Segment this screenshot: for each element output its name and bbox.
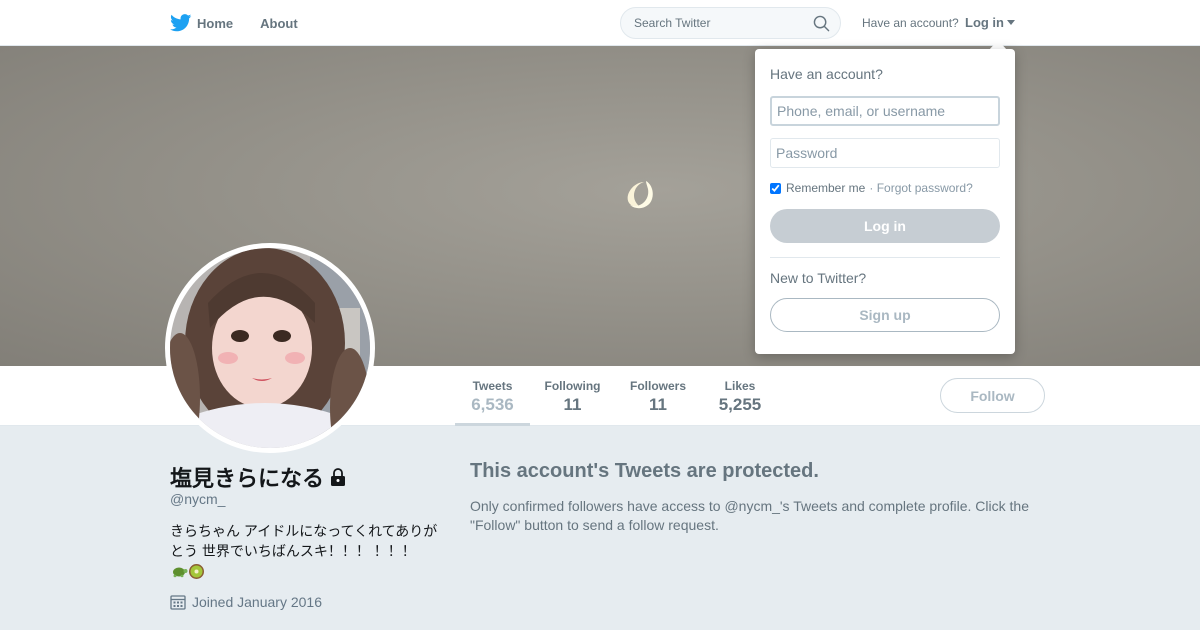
joined-text: Joined January 2016 <box>192 594 322 610</box>
chevron-down-icon <box>1007 20 1015 25</box>
dropdown-heading: Have an account? <box>770 66 883 82</box>
login-dropdown: Have an account? Remember me · Forgot pa… <box>755 49 1015 354</box>
crescent-moon-image <box>627 181 653 209</box>
avatar[interactable] <box>165 243 375 453</box>
username-field[interactable] <box>770 96 1000 126</box>
nav-home-label: Home <box>197 15 234 31</box>
protected-description: Only confirmed followers have access to … <box>470 498 1029 533</box>
signup-button[interactable]: Sign up <box>770 298 1000 332</box>
login-button[interactable]: Log in <box>770 209 1000 243</box>
remember-me-checkbox[interactable] <box>770 182 781 194</box>
stat-value: 11 <box>563 395 582 414</box>
profile-bio-text: きらちゃん アイドルになってくれてありがとう 世界でいちばんスキ！！！ ！！！ <box>170 523 438 559</box>
protected-title: This account's Tweets are protected. <box>470 460 819 482</box>
separator-dot: · <box>869 181 874 195</box>
stat-tweets[interactable]: Tweets 6,536 <box>455 366 530 426</box>
profile-bio: きらちゃん アイドルになってくれてありがとう 世界でいちばんスキ！！！ ！！！ <box>170 521 438 581</box>
remember-row: Remember me · Forgot password? <box>770 181 1000 195</box>
forgot-password-link[interactable]: · Forgot password? <box>869 181 972 195</box>
search-input[interactable] <box>621 8 801 38</box>
profile-name-text[interactable]: 塩見きらになる <box>170 461 324 493</box>
forgot-password-label: Forgot password? <box>876 181 973 195</box>
kiwi-emoji-icon <box>189 563 204 579</box>
stat-value: 11 <box>649 395 667 414</box>
nav-left: Home About <box>170 0 325 46</box>
nav-about[interactable]: About <box>260 16 298 31</box>
stat-following[interactable]: Following 11 <box>540 366 605 426</box>
nav-home[interactable]: Home <box>170 14 233 32</box>
search-icon[interactable] <box>813 15 830 32</box>
divider <box>770 257 1000 258</box>
twitter-bird-icon <box>170 14 192 32</box>
profile-joined-date: Joined January 2016 <box>170 594 322 610</box>
search-box <box>620 7 841 39</box>
stat-value: 6,536 <box>471 395 514 414</box>
stat-label: Likes <box>724 379 756 393</box>
top-navigation-bar: Home About Have an account? Log in <box>0 0 1200 46</box>
have-account-text: Have an account? <box>862 16 959 30</box>
remember-me-label[interactable]: Remember me <box>786 181 865 195</box>
login-toggle-label: Log in <box>965 15 1004 30</box>
stat-label: Followers <box>629 379 686 393</box>
login-dropdown-toggle[interactable]: Log in <box>965 15 1015 30</box>
stat-followers[interactable]: Followers 11 <box>626 366 690 426</box>
stat-label: Tweets <box>472 379 513 393</box>
profile-handle[interactable]: @nycm_ <box>170 491 225 507</box>
avatar-image <box>170 248 370 448</box>
stat-label: Following <box>544 379 601 393</box>
stat-value: 5,255 <box>718 395 762 414</box>
profile-name: 塩見きらになる <box>170 461 346 493</box>
stat-likes[interactable]: Likes 5,255 <box>714 366 766 426</box>
lock-icon <box>331 468 346 486</box>
password-field[interactable] <box>770 138 1000 168</box>
bio-emoji-row <box>170 561 438 581</box>
nav-about-label: About <box>260 15 298 31</box>
follow-button[interactable]: Follow <box>940 378 1045 413</box>
new-to-twitter-text: New to Twitter? <box>770 270 867 286</box>
calendar-icon <box>170 595 186 610</box>
turtle-emoji-icon <box>173 567 188 578</box>
